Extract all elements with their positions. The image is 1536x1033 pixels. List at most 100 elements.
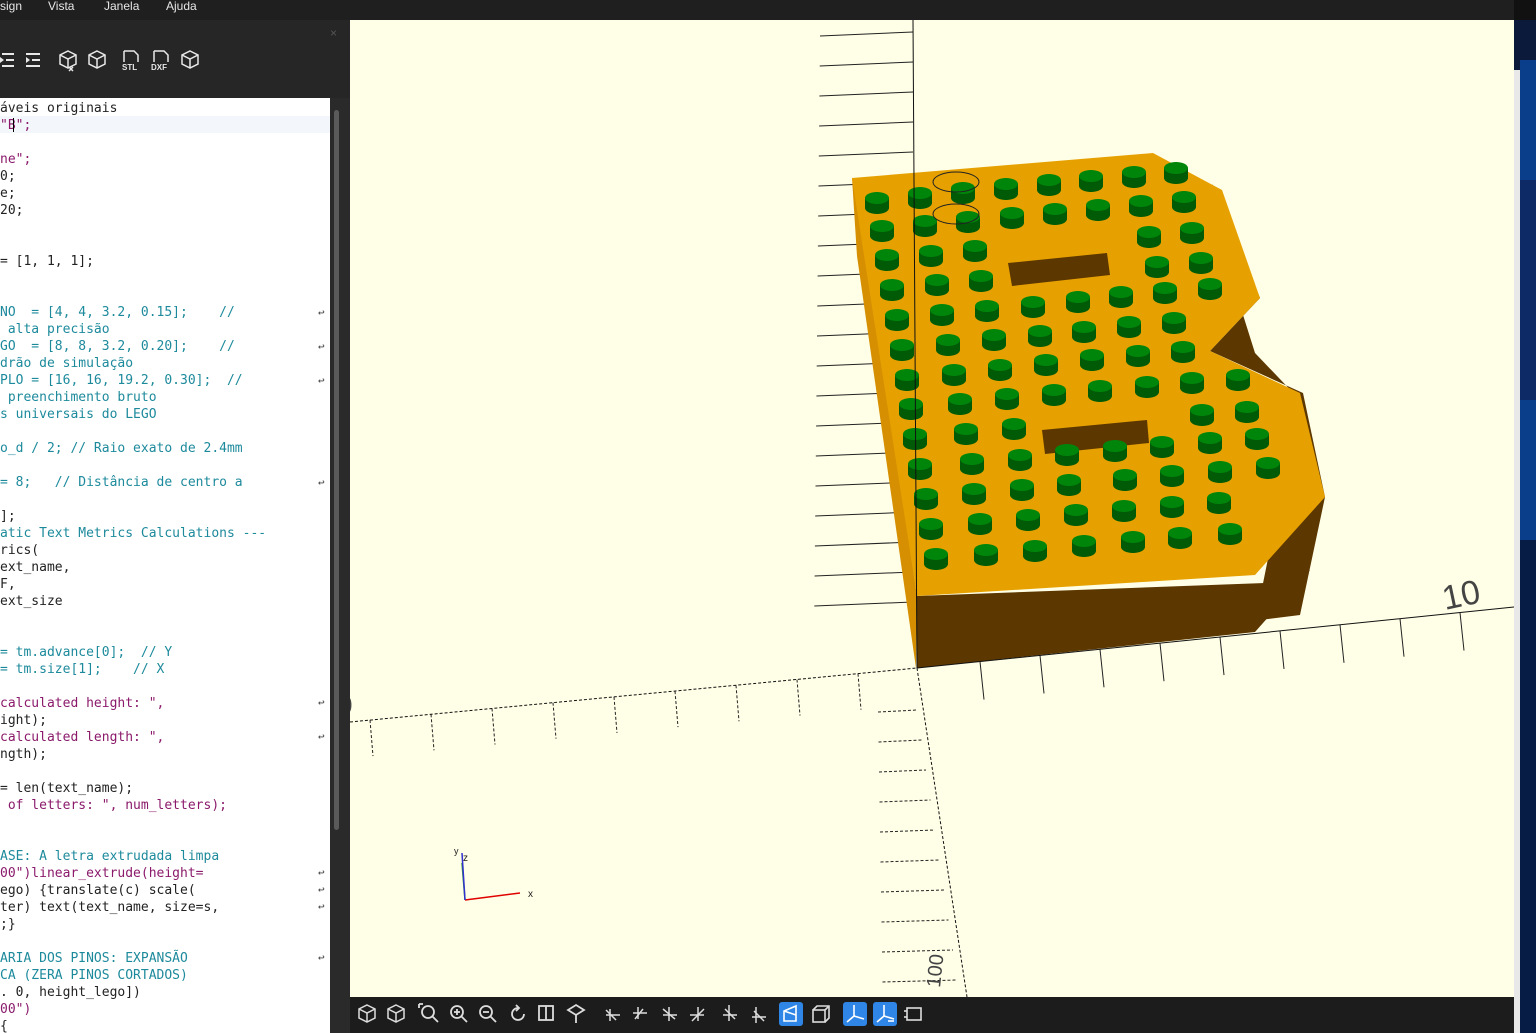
menu-vista[interactable]: Vista — [48, 0, 74, 12]
lego-stud — [1207, 492, 1231, 514]
show-scale-icon[interactable] — [872, 1001, 898, 1027]
lego-stud — [942, 364, 966, 386]
view-front-icon[interactable] — [717, 1001, 743, 1027]
lego-stud — [875, 249, 899, 271]
view-back-icon[interactable] — [746, 1001, 772, 1027]
lego-stud — [1150, 436, 1174, 458]
indent-icon[interactable] — [24, 48, 46, 72]
code-line: ight); — [0, 713, 47, 728]
lego-stud — [913, 215, 937, 237]
view-bottom-icon[interactable] — [657, 1001, 683, 1027]
lego-stud — [1023, 540, 1047, 562]
lego-stud — [1145, 256, 1169, 278]
render-icon[interactable] — [86, 48, 108, 72]
lego-stud — [1080, 349, 1104, 371]
lego-stud — [960, 453, 984, 475]
wrap-icon: ↩ — [318, 696, 325, 709]
lego-stud — [890, 339, 914, 361]
close-editor-icon[interactable]: × — [330, 26, 337, 40]
wrap-icon: ↩ — [318, 900, 325, 913]
lego-stud — [1112, 500, 1136, 522]
lego-stud — [956, 211, 980, 233]
lego-stud — [1172, 191, 1196, 213]
export-stl-icon[interactable]: STL — [120, 48, 142, 72]
reset-view-icon[interactable] — [505, 1001, 531, 1027]
perspective-icon[interactable] — [778, 1001, 804, 1027]
code-line: = len(text_name); — [0, 781, 134, 796]
code-line: e; — [0, 186, 16, 201]
view-fit-icon[interactable] — [534, 1001, 560, 1027]
lego-stud — [1256, 457, 1280, 479]
lego-stud — [1171, 341, 1195, 363]
lego-stud — [969, 270, 993, 292]
zoom-in-icon[interactable] — [446, 1001, 472, 1027]
scale-label-100: 100 — [923, 953, 948, 988]
axes-icon[interactable] — [563, 1001, 589, 1027]
axis-label-y: y — [454, 846, 459, 856]
3d-viewport[interactable]: 10 100 0 x y z — [350, 20, 1514, 997]
code-line: "B"; — [0, 118, 32, 133]
lego-stud — [1129, 195, 1153, 217]
code-editor[interactable]: áveis originais "B"; ne"; 0; e; 20; = [1, 1, 1… — [0, 98, 330, 1033]
axes-indicator: x y z — [454, 846, 533, 901]
lego-stud — [1043, 203, 1067, 225]
wrap-icon: ↩ — [318, 476, 325, 489]
lego-stud — [1153, 282, 1177, 304]
menu-janela[interactable]: Janela — [104, 0, 139, 12]
code-line: rics( — [0, 543, 40, 558]
menu-ajuda[interactable]: Ajuda — [166, 0, 197, 12]
wrap-icon: ↩ — [318, 883, 325, 896]
code-line: ngth); — [0, 747, 47, 762]
view-left-icon[interactable] — [684, 1001, 710, 1027]
unindent-icon[interactable] — [0, 48, 22, 72]
zoom-out-icon[interactable] — [475, 1001, 501, 1027]
lego-stud — [1137, 226, 1161, 248]
view-right-icon[interactable] — [600, 1001, 626, 1027]
view-top-icon[interactable] — [627, 1001, 653, 1027]
lego-stud — [1164, 162, 1188, 184]
lego-stud — [1028, 325, 1052, 347]
lego-stud — [1072, 321, 1096, 343]
menu-design[interactable]: sign — [0, 0, 22, 12]
lego-stud — [865, 192, 889, 214]
wrap-icon: ↩ — [318, 306, 325, 319]
code-line: PLO = [16, 16, 19.2, 0.30]; // — [0, 373, 243, 388]
scrollbar-thumb[interactable] — [334, 110, 339, 830]
view-all-icon[interactable] — [416, 1001, 442, 1027]
lego-stud — [1002, 418, 1026, 440]
code-line: . 0, height_lego]) — [0, 985, 141, 1000]
render-icon[interactable] — [383, 1001, 409, 1027]
lego-stud — [908, 187, 932, 209]
lego-stud — [968, 513, 992, 535]
lego-stud — [994, 178, 1018, 200]
text-cursor — [13, 118, 14, 132]
code-line: ter) text(text_name, size=s, — [0, 900, 220, 915]
lego-stud — [1189, 252, 1213, 274]
window-corner — [1514, 0, 1536, 20]
show-edges-icon[interactable] — [901, 1001, 927, 1027]
editor-scrollbar[interactable] — [330, 98, 350, 1033]
scale-label-0: 0 — [350, 690, 352, 720]
lego-stud — [1135, 376, 1159, 398]
export-3mf-icon[interactable] — [179, 48, 201, 72]
orthogonal-icon[interactable] — [808, 1001, 834, 1027]
preview-icon[interactable] — [354, 1001, 380, 1027]
export-dxf-icon[interactable]: DXF — [150, 48, 172, 72]
code-line: = 8; // Distância de centro a — [0, 475, 243, 490]
axis-label-z: z — [463, 853, 468, 864]
lego-stud — [1198, 432, 1222, 454]
lego-stud — [899, 398, 923, 420]
lego-stud — [1245, 428, 1269, 450]
preview-icon[interactable] — [57, 48, 79, 72]
axis-label-x: x — [528, 889, 533, 900]
lego-stud — [1198, 278, 1222, 300]
show-axes-icon[interactable] — [842, 1001, 868, 1027]
code-line: ARIA DOS PINOS: EXPANSÃO — [0, 951, 188, 966]
lego-stud — [1042, 384, 1066, 406]
code-line: ego) {translate(c) scale( — [0, 883, 196, 898]
code-line: calculated height: ", — [0, 696, 165, 711]
lego-stud — [1226, 369, 1250, 391]
code-line: preenchimento bruto — [0, 390, 157, 405]
code-line: ]; — [0, 509, 16, 524]
lego-stud — [1190, 404, 1214, 426]
